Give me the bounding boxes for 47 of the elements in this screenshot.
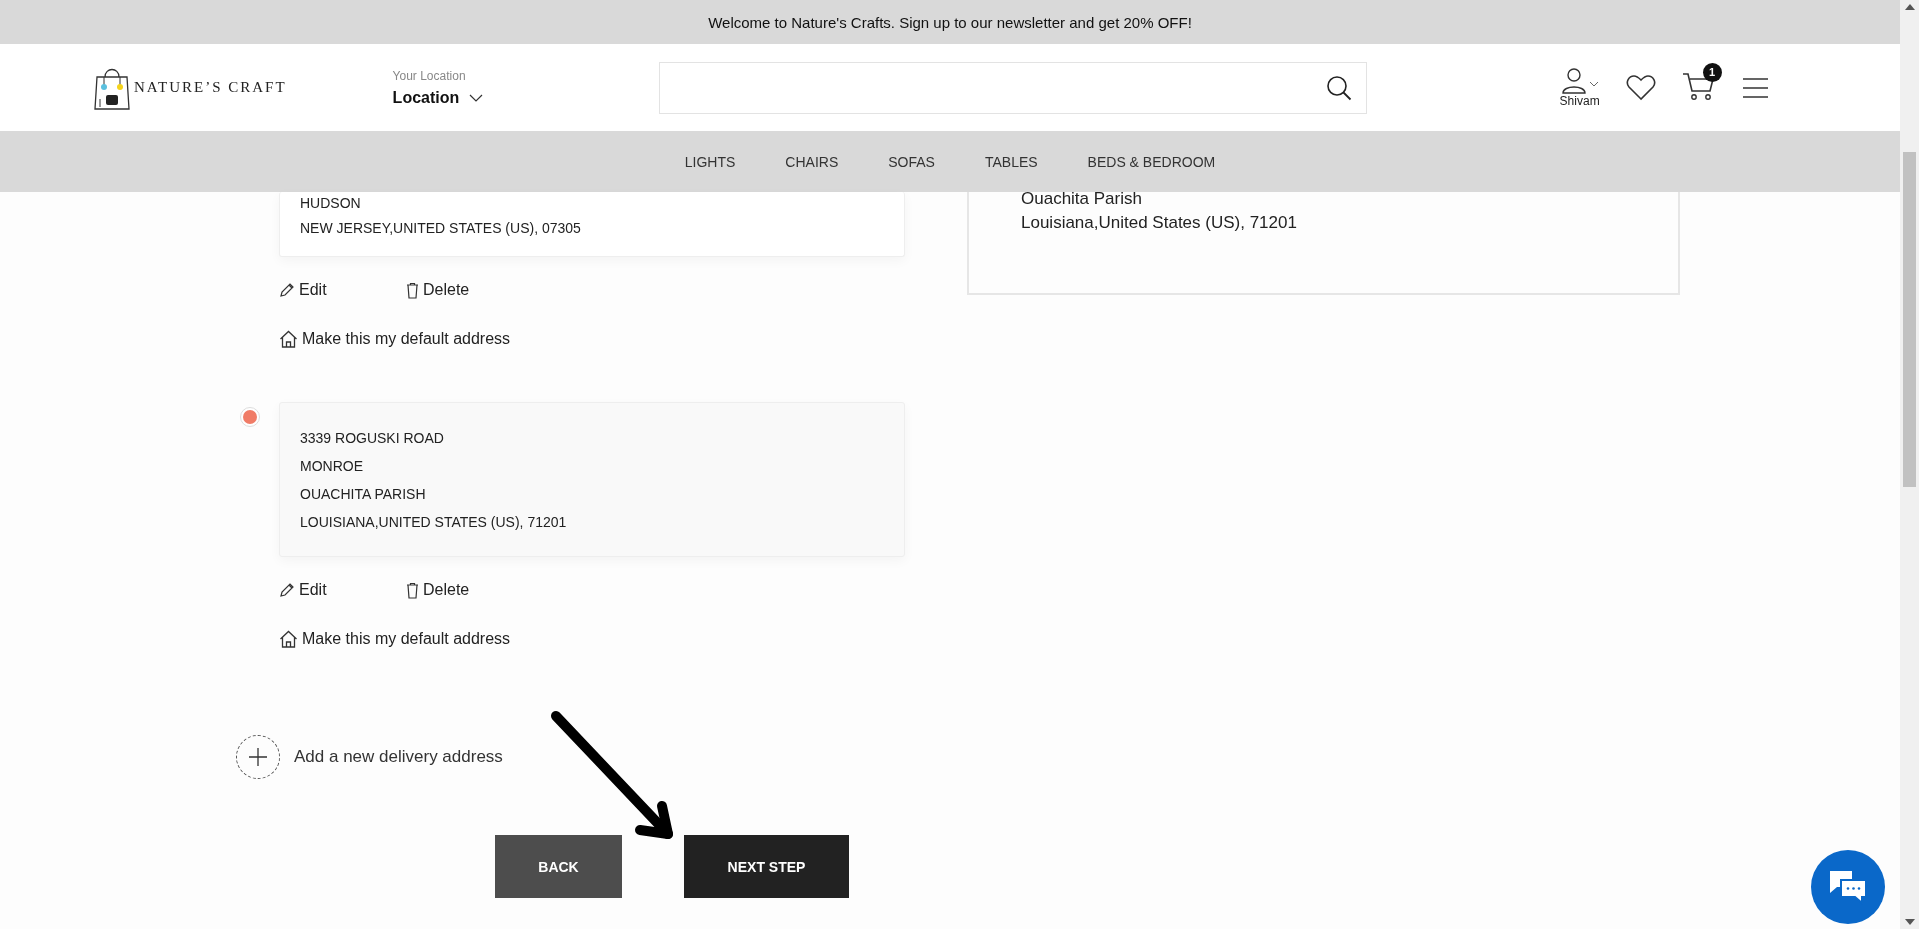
scroll-down-icon[interactable] [1904,919,1915,925]
radio-button[interactable] [240,407,260,427]
back-button[interactable]: BACK [495,835,622,898]
address-line: MONROE [300,457,364,476]
heart-icon[interactable] [1625,74,1656,101]
plus-icon [248,747,268,767]
address-line: Louisiana,United States (US), 71201 [1021,212,1298,234]
home-icon [279,330,298,348]
edit-button[interactable]: Edit [279,281,406,299]
pencil-icon [279,582,295,598]
nav-link[interactable]: BEDS & BEDROOM [1087,153,1216,170]
logo-text: NATURE’S CRAFT [134,79,287,96]
menu-icon[interactable] [1741,76,1769,99]
trash-icon [406,581,419,599]
next-step-button[interactable]: NEXT STEP [684,835,849,898]
home-icon [279,630,298,648]
cart-icon[interactable] [1681,70,1716,101]
user-name[interactable]: Shivam [1559,93,1600,108]
delete-button[interactable]: Delete [406,581,470,599]
delete-button[interactable]: Delete [406,281,470,299]
add-address-button[interactable]: Add a new delivery address [236,735,503,779]
search-field[interactable] [658,61,1367,114]
address-line: HUDSON [300,194,362,213]
chevron-down-icon [469,93,484,102]
edit-button[interactable]: Edit [279,581,406,599]
location-label: Your Location [392,68,467,83]
user-icon[interactable] [1559,67,1600,94]
default-address-button[interactable]: Make this my default address [279,630,511,648]
nav-link[interactable]: SOFAS [888,153,935,170]
nav-link[interactable]: TABLES [984,153,1038,170]
address-line: Ouachita Parish [1021,192,1143,206]
scrollbar[interactable] [1900,0,1919,929]
scrollbar-thumb[interactable] [1903,152,1916,487]
address-line: 3339 ROGUSKI ROAD [300,429,445,448]
cart-count-badge: 1 [1702,62,1722,82]
announcement-bar: Welcome to Nature's Crafts. Sign up to our newsletter and get 20% OFF! [0,0,1900,44]
default-address-button[interactable]: Make this my default address [279,330,511,348]
scroll-up-icon[interactable] [1904,4,1915,10]
address-line: OUACHITA PARISH [300,485,427,504]
nav-link[interactable]: LIGHTS [684,153,736,170]
pencil-icon [279,282,295,298]
trash-icon [406,281,419,299]
search-icon[interactable] [1325,74,1352,101]
nav-link[interactable]: CHAIRS [785,153,839,170]
address-line: NEW JERSEY,UNITED STATES (US), 07305 [300,219,582,238]
location-dropdown[interactable]: Location [392,88,553,107]
address-line: LOUISIANA,UNITED STATES (US), 71201 [300,513,568,532]
